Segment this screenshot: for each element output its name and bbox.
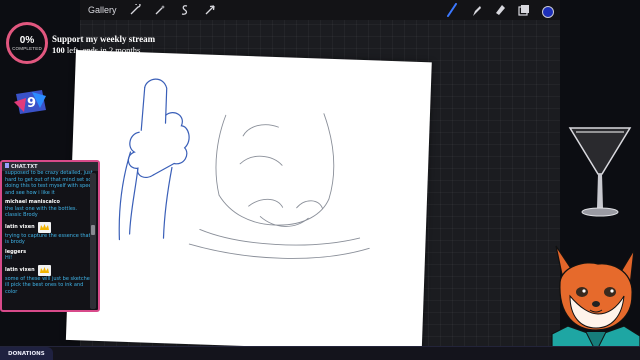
magic-wand-icon[interactable] xyxy=(152,2,168,18)
goal-count: 100 xyxy=(52,45,65,55)
goal-detail-text: left, ends in 2 months xyxy=(64,45,141,55)
goal-progress-ring: 0% COMPLETED xyxy=(6,22,48,64)
smudge-icon[interactable] xyxy=(470,2,482,21)
chat-scrollbar-thumb[interactable] xyxy=(91,225,95,235)
procreate-toolbar: Gallery xyxy=(80,0,560,20)
wrench-icon[interactable] xyxy=(127,2,143,18)
goal-detail: 100 left, ends in 2 months xyxy=(52,45,155,56)
chat-messages[interactable]: supposed to be crazy detailed, just hard… xyxy=(2,170,98,297)
fox-avatar xyxy=(551,245,640,360)
hand-sketch xyxy=(118,78,190,241)
martini-glass-graphic xyxy=(568,127,632,217)
eraser-icon[interactable] xyxy=(494,2,506,21)
color-picker-button[interactable] xyxy=(542,5,554,18)
drawing-canvas[interactable] xyxy=(65,50,432,353)
chat-username: latin vixen xyxy=(5,221,95,233)
chat-file-icon xyxy=(5,163,9,170)
character-sketch xyxy=(188,113,370,259)
goal-text: Support my weekly stream 100 left, ends … xyxy=(52,34,155,56)
chat-message-text: Hi! xyxy=(5,255,13,261)
chat-message-text: supposed to be crazy detailed, just hard… xyxy=(5,170,95,196)
brush-icon[interactable] xyxy=(446,2,458,21)
logo-number: 9 xyxy=(27,96,36,111)
chat-message-text: the last one with the bottles. classic B… xyxy=(5,205,78,219)
crown-badge-icon xyxy=(37,264,51,276)
donations-tab[interactable]: DONATIONS xyxy=(0,347,53,360)
chat-message-text: trying to capture the essence that is br… xyxy=(5,232,91,246)
chat-panel: CHAT.TXT supposed to be crazy detailed, … xyxy=(0,160,100,312)
sketch-drawing xyxy=(118,78,370,259)
transform-arrow-icon[interactable] xyxy=(202,2,218,18)
crown-badge-icon xyxy=(37,221,51,233)
chat-message-text: some of these will just be sketches ill … xyxy=(5,275,93,295)
chat-title: CHAT.TXT xyxy=(11,163,38,170)
gallery-button[interactable]: Gallery xyxy=(88,5,117,15)
goal-title: Support my weekly stream xyxy=(52,34,156,44)
channel-logo: 9 xyxy=(14,90,46,114)
goal-percent: 0% xyxy=(19,35,35,46)
stream-bottom-bar: DONATIONS xyxy=(0,346,640,360)
chat-scrollbar[interactable] xyxy=(90,173,96,309)
chat-username: latin vixen xyxy=(5,264,95,276)
goal-status: COMPLETED xyxy=(12,46,42,51)
selection-icon[interactable] xyxy=(177,2,193,18)
layers-icon[interactable] xyxy=(518,2,530,21)
